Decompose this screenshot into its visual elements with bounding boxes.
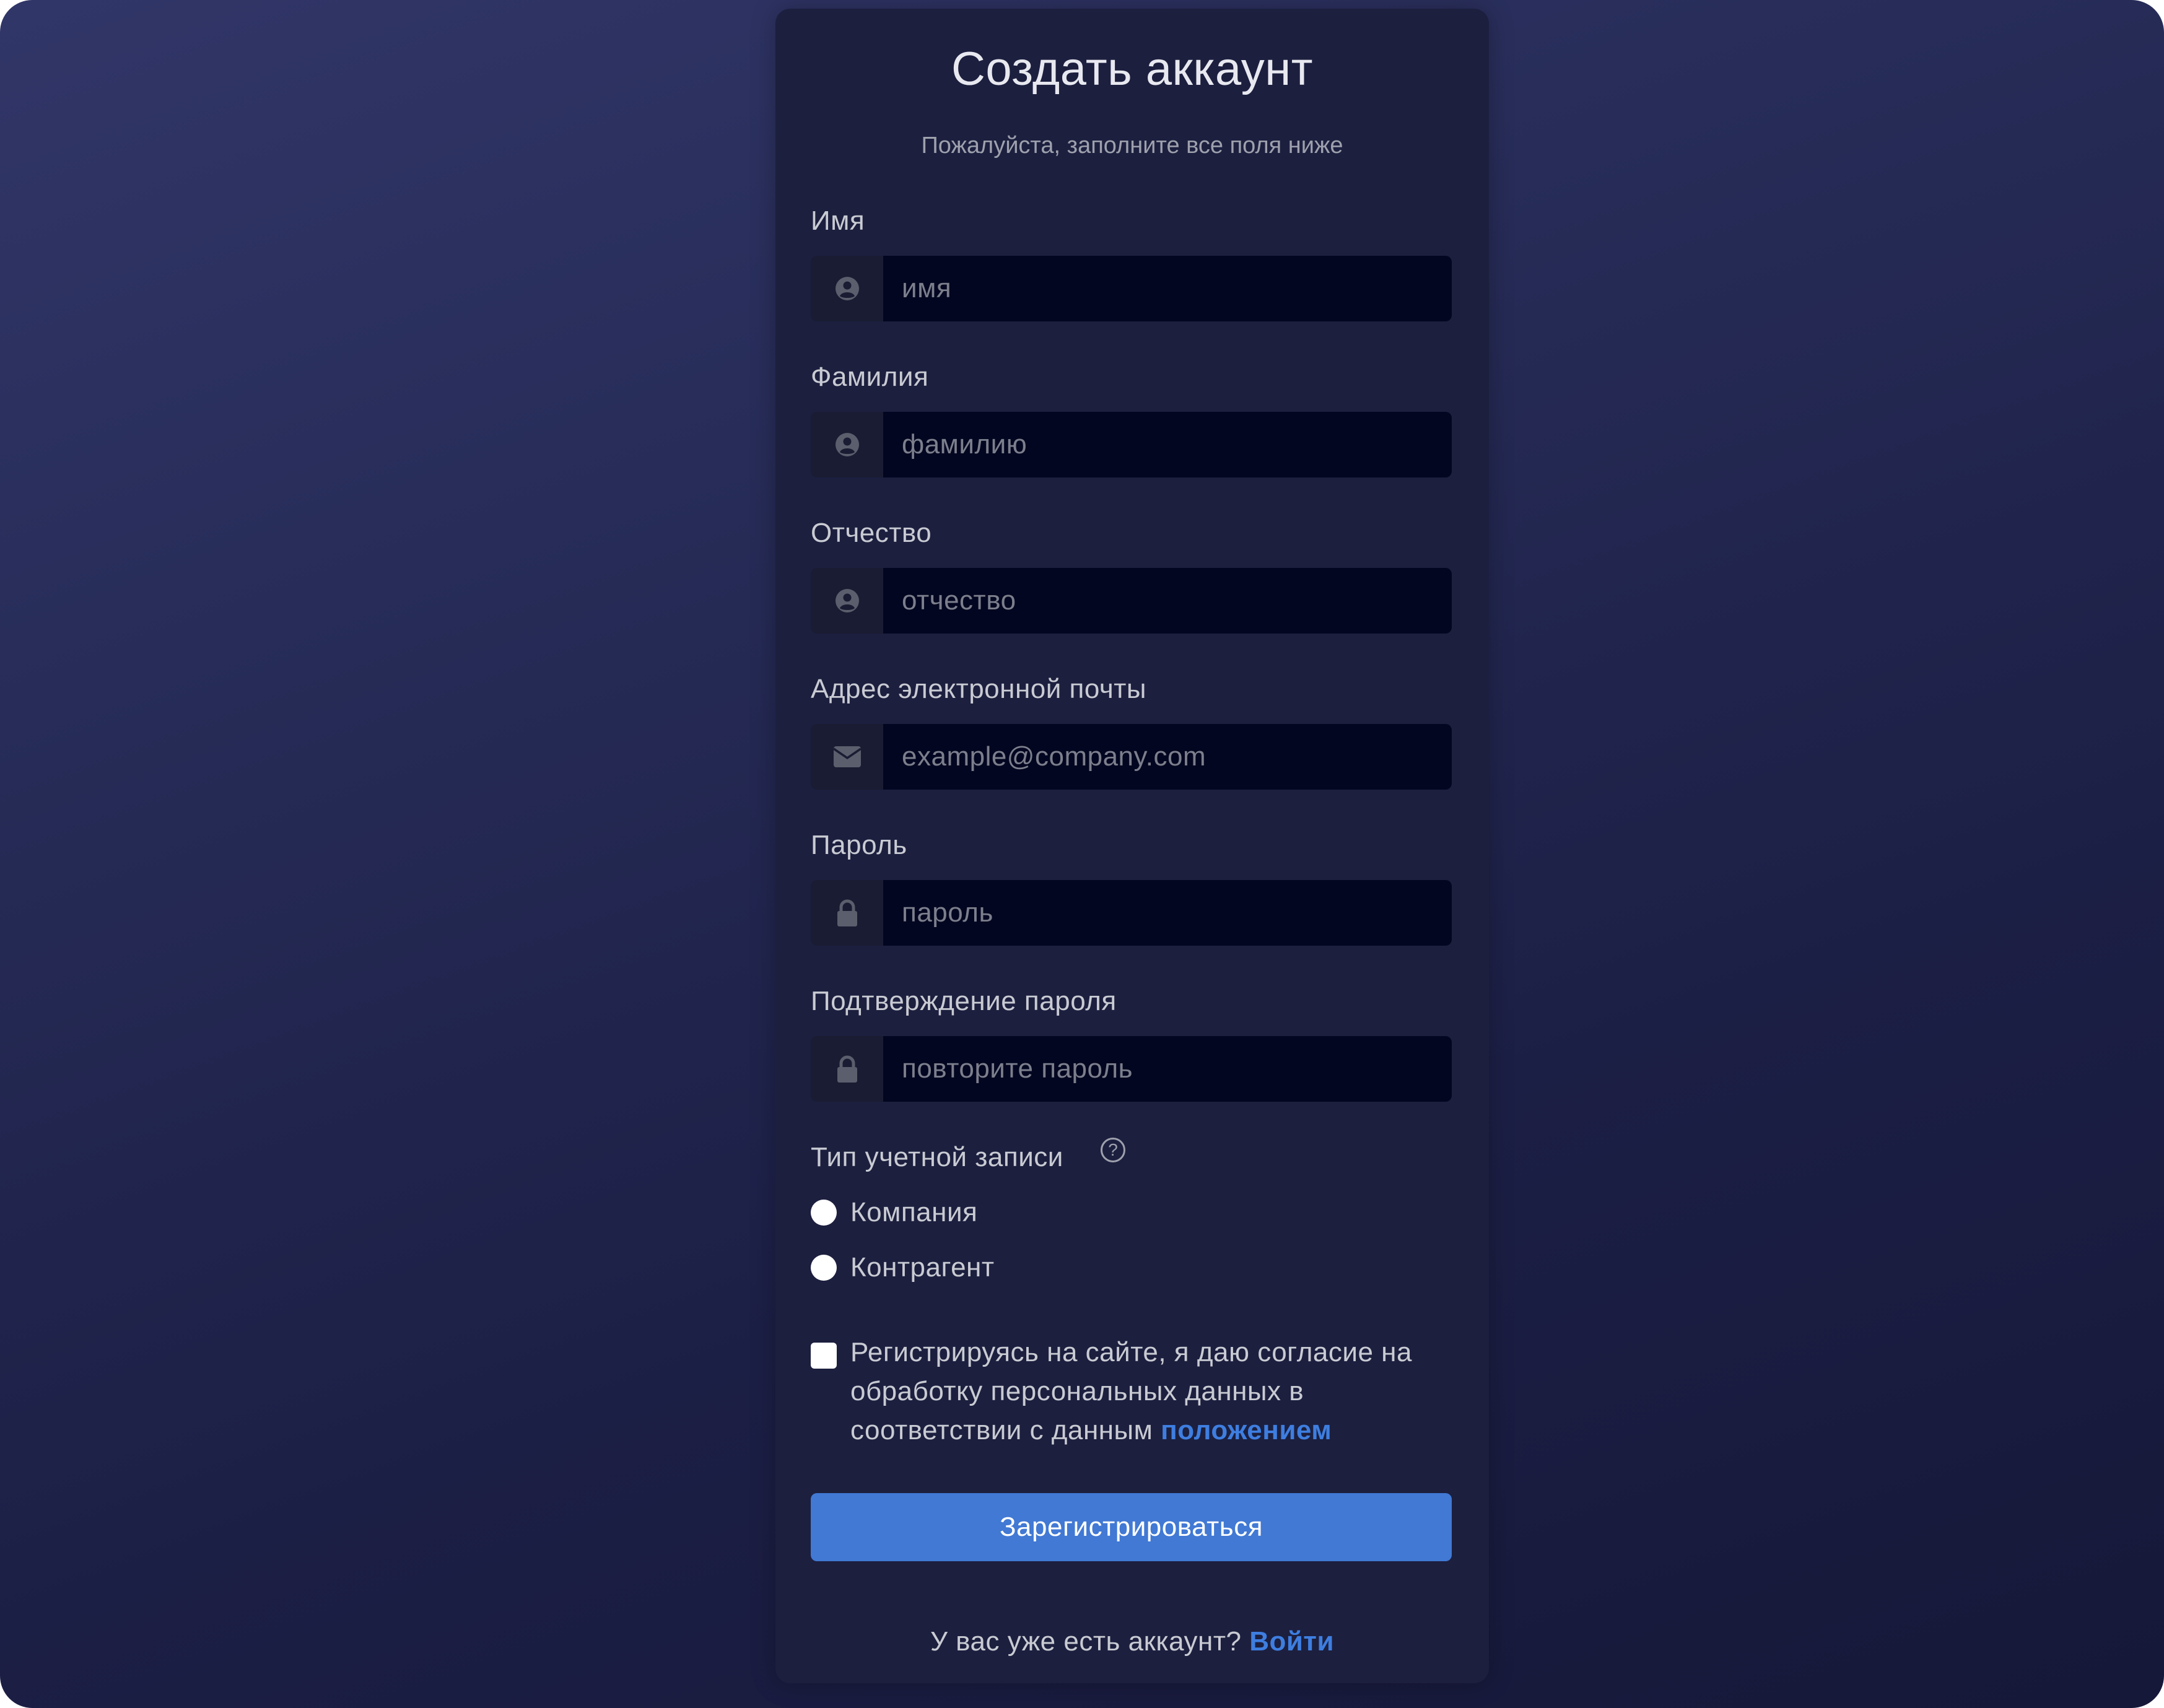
user-circle-icon — [811, 568, 883, 634]
last-name-input[interactable] — [883, 412, 1452, 477]
radio-button[interactable] — [811, 1200, 837, 1226]
first-name-label: Имя — [811, 206, 865, 236]
middle-name-group — [811, 568, 1452, 634]
password-confirm-label: Подтверждение пароля — [811, 986, 1117, 1016]
lock-icon — [811, 1036, 883, 1102]
user-circle-icon — [811, 256, 883, 321]
radio-contractor[interactable]: Контрагент — [811, 1252, 995, 1283]
email-input[interactable] — [883, 724, 1452, 790]
middle-name-input[interactable] — [883, 568, 1452, 634]
first-name-input[interactable] — [883, 256, 1452, 321]
radio-button[interactable] — [811, 1255, 837, 1281]
consent-policy-link[interactable]: положением — [1161, 1415, 1332, 1445]
password-confirm-input[interactable] — [883, 1036, 1452, 1102]
email-label: Адрес электронной почты — [811, 674, 1147, 704]
password-confirm-group — [811, 1036, 1452, 1102]
register-button[interactable]: Зарегистрироваться — [811, 1493, 1452, 1561]
page-background: Создать аккаунт Пожалуйста, заполните вс… — [0, 0, 2164, 1708]
page-subtitle: Пожалуйста, заполните все поля ниже — [921, 133, 1343, 159]
middle-name-label: Отчество — [811, 518, 932, 548]
signup-card: Создать аккаунт Пожалуйста, заполните вс… — [775, 9, 1489, 1683]
login-prompt-text: У вас уже есть аккаунт? — [930, 1626, 1242, 1657]
login-prompt: У вас уже есть аккаунт? Войти — [775, 1626, 1489, 1657]
last-name-group — [811, 412, 1452, 477]
question-circle-icon[interactable]: ? — [1101, 1138, 1125, 1162]
lock-icon — [811, 880, 883, 946]
password-input[interactable] — [883, 880, 1452, 946]
email-group — [811, 724, 1452, 790]
login-link[interactable]: Войти — [1249, 1626, 1334, 1657]
account-type-label: Тип учетной записи — [811, 1142, 1063, 1172]
password-group — [811, 880, 1452, 946]
consent-checkbox[interactable] — [811, 1343, 837, 1369]
envelope-icon — [811, 724, 883, 790]
radio-company[interactable]: Компания — [811, 1197, 977, 1228]
password-label: Пароль — [811, 830, 907, 860]
radio-company-label: Компания — [850, 1197, 978, 1227]
radio-contractor-label: Контрагент — [850, 1252, 995, 1283]
user-circle-icon — [811, 412, 883, 477]
page-title: Создать аккаунт — [951, 43, 1314, 95]
last-name-label: Фамилия — [811, 362, 929, 392]
consent-row: Регистрируясь на сайте, я даю согласие н… — [811, 1333, 1461, 1450]
first-name-group — [811, 256, 1452, 321]
consent-text: Регистрируясь на сайте, я даю согласие н… — [850, 1333, 1461, 1450]
